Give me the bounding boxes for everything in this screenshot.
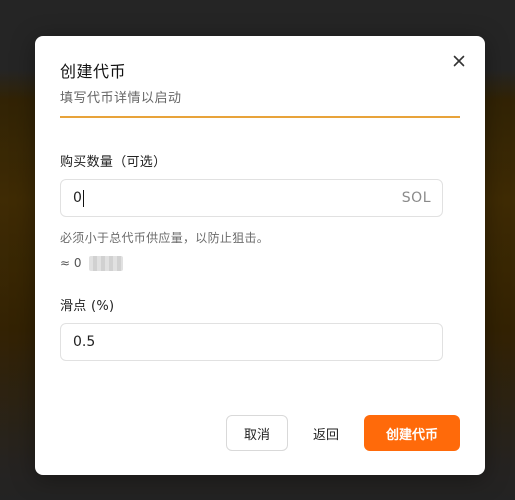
cancel-button[interactable]: 取消 (226, 415, 288, 451)
redacted-value (89, 256, 123, 271)
buy-amount-label: 购买数量（可选） (60, 155, 167, 170)
text-caret (83, 190, 84, 207)
create-token-button[interactable]: 创建代币 (364, 415, 460, 451)
close-icon (453, 55, 465, 67)
approx-value: ≈ 0 (60, 256, 82, 270)
slippage-field[interactable] (60, 323, 443, 361)
slippage-input[interactable] (73, 324, 373, 360)
back-button[interactable]: 返回 (300, 415, 352, 451)
buy-amount-input[interactable] (73, 180, 373, 216)
dialog-title: 创建代币 (60, 62, 127, 81)
create-token-dialog: 创建代币 填写代币详情以启动 购买数量（可选） SOL 必须小于总代币供应量，以… (35, 36, 485, 475)
close-button[interactable] (450, 52, 468, 70)
buy-amount-field[interactable]: SOL (60, 179, 443, 217)
dialog-subtitle: 填写代币详情以启动 (60, 91, 182, 106)
buy-amount-unit: SOL (401, 190, 431, 206)
buy-amount-hint: 必须小于总代币供应量，以防止狙击。 (60, 231, 270, 245)
slippage-label: 滑点 (%) (60, 299, 115, 314)
header-divider (60, 116, 460, 118)
